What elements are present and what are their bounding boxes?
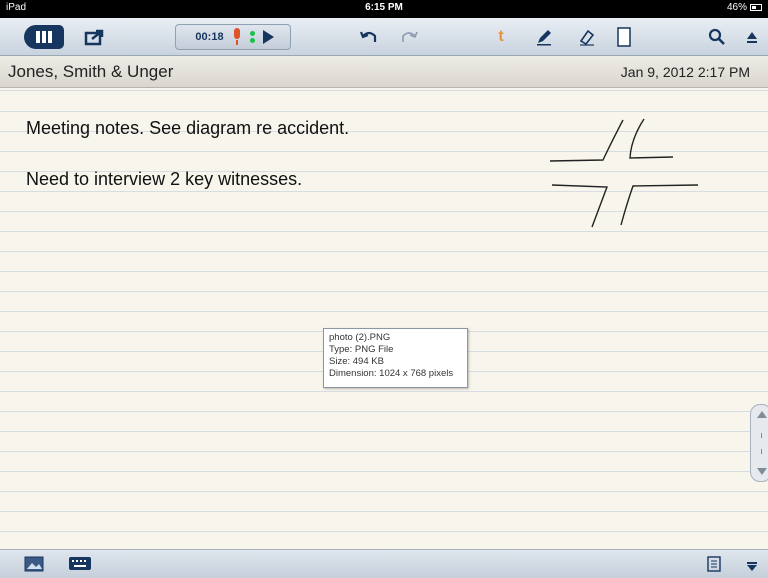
recording-time: 00:18 xyxy=(195,31,224,43)
share-icon xyxy=(84,29,104,46)
document-date: Jan 9, 2012 2:17 PM xyxy=(620,64,750,80)
insert-image-icon xyxy=(24,556,44,572)
battery-icon xyxy=(750,4,762,11)
tooltip-filename: photo (2).PNG xyxy=(329,332,391,343)
share-button[interactable] xyxy=(82,24,108,50)
scroll-tick xyxy=(761,433,762,438)
scroll-tick xyxy=(761,449,762,454)
text-tool-button[interactable]: t xyxy=(492,24,510,50)
battery-indicator: 46% xyxy=(727,2,762,13)
tooltip-dimension: Dimension: 1024 x 768 pixels xyxy=(329,368,454,379)
collapse-button[interactable] xyxy=(746,559,758,577)
scroll-down-icon[interactable] xyxy=(757,468,767,475)
tooltip-size: Size: 494 KB xyxy=(329,356,384,367)
play-icon[interactable] xyxy=(262,30,274,44)
intersection-sketch[interactable] xyxy=(545,113,705,233)
redo-icon xyxy=(402,31,418,42)
microphone-icon[interactable] xyxy=(232,28,242,46)
eject-button[interactable] xyxy=(742,24,762,50)
page-scroll-handle[interactable] xyxy=(750,404,768,482)
audio-recorder[interactable]: 00:18 xyxy=(175,24,291,50)
status-time: 6:15 PM xyxy=(365,2,403,13)
note-text-line[interactable]: Need to interview 2 key witnesses. xyxy=(26,169,302,190)
eraser-icon xyxy=(579,29,595,46)
status-bar: iPad 6:15 PM 46% xyxy=(0,0,768,18)
note-text-line[interactable]: Meeting notes. See diagram re accident. xyxy=(26,118,349,139)
eraser-tool-button[interactable] xyxy=(576,24,598,50)
file-info-tooltip: photo (2).PNG Type: PNG File Size: 494 K… xyxy=(323,328,468,388)
pen-tool-button[interactable] xyxy=(533,24,555,50)
level-meter-icon xyxy=(249,31,255,43)
insert-image-button[interactable] xyxy=(24,556,44,577)
pen-icon xyxy=(537,30,551,46)
search-icon xyxy=(708,28,725,45)
redo-button[interactable] xyxy=(398,24,420,50)
keyboard-button[interactable] xyxy=(68,556,92,576)
scroll-up-icon[interactable] xyxy=(757,411,767,418)
page-list-button[interactable] xyxy=(707,556,721,577)
document-title[interactable]: Jones, Smith & Unger xyxy=(8,62,173,82)
bottom-toolbar xyxy=(0,549,768,578)
library-icon xyxy=(36,31,52,43)
page-button[interactable] xyxy=(614,24,634,50)
battery-percent: 46% xyxy=(726,2,747,13)
top-toolbar: 00:18 t xyxy=(0,18,768,56)
eject-icon xyxy=(747,32,757,43)
undo-icon xyxy=(360,31,377,42)
search-button[interactable] xyxy=(706,24,728,50)
page-list-icon xyxy=(707,556,721,572)
note-canvas[interactable]: Meeting notes. See diagram re accident. … xyxy=(0,88,768,549)
document-header: Jones, Smith & Unger Jan 9, 2012 2:17 PM xyxy=(0,56,768,88)
library-button[interactable] xyxy=(24,25,64,49)
collapse-icon xyxy=(747,562,757,571)
tooltip-type: Type: PNG File xyxy=(329,344,394,355)
text-tool-icon: t xyxy=(498,28,504,45)
keyboard-icon xyxy=(69,557,91,570)
page-icon xyxy=(617,27,631,47)
undo-button[interactable] xyxy=(358,24,380,50)
